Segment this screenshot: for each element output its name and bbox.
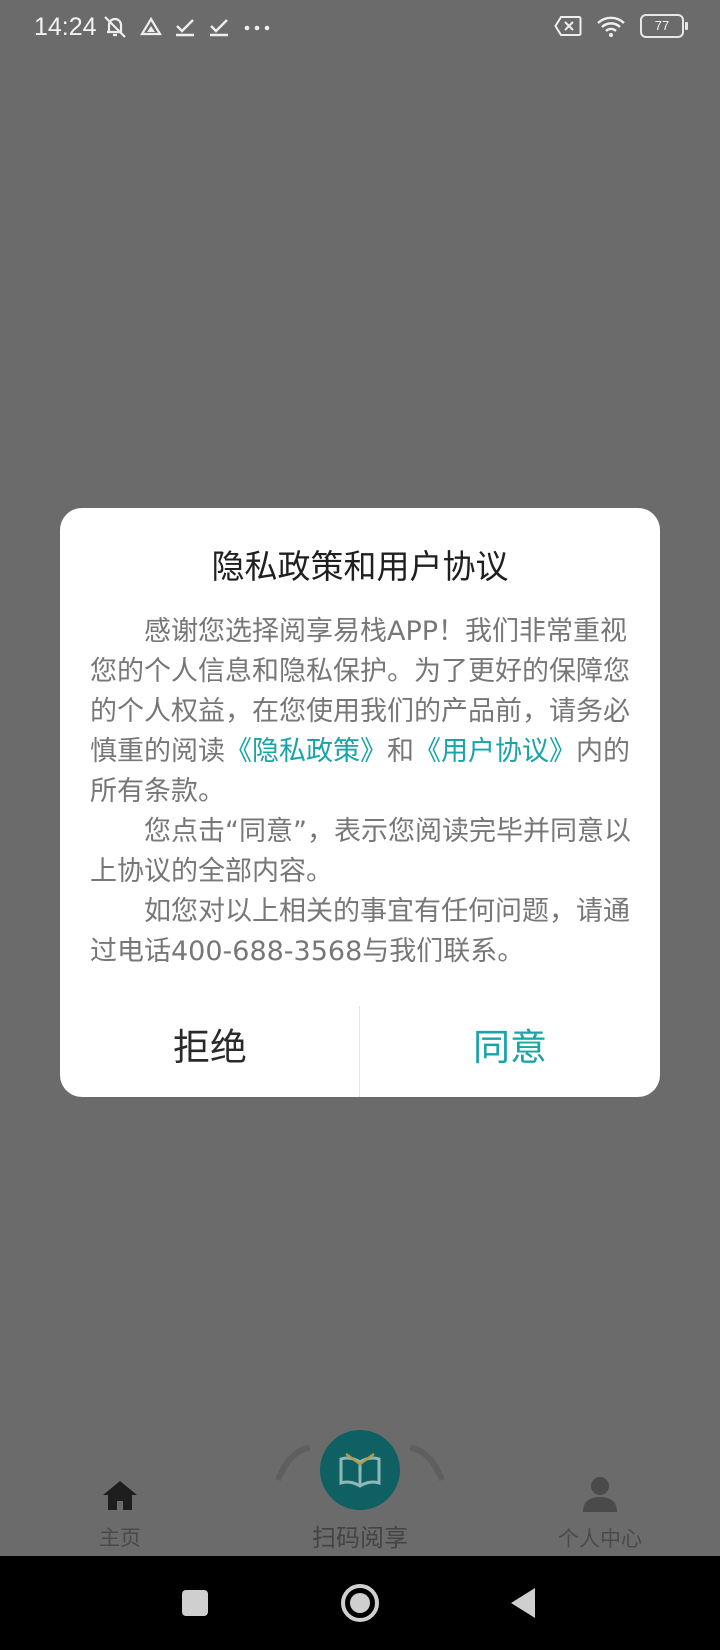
agree-button[interactable]: 同意 <box>360 998 660 1097</box>
back-triangle-icon <box>511 1588 535 1618</box>
battery-indicator: 77 <box>640 14 688 38</box>
dialog-button-row: 拒绝 同意 <box>60 998 660 1097</box>
reject-button[interactable]: 拒绝 <box>60 998 360 1097</box>
dialog-title: 隐私政策和用户协议 <box>211 547 509 586</box>
home-circle-icon <box>341 1584 379 1622</box>
scan-arc-decoration <box>275 1445 445 1482</box>
tab-scan-label: 扫码阅享 <box>312 1524 408 1552</box>
more-dots-icon <box>244 25 270 31</box>
system-nav-bar <box>0 1556 720 1650</box>
recents-button[interactable] <box>145 1556 245 1650</box>
privacy-policy-link[interactable]: 《隐私政策》 <box>225 736 387 767</box>
tab-home-label: 主页 <box>99 1526 141 1550</box>
home-button[interactable] <box>310 1556 410 1650</box>
wifi-icon <box>597 16 625 37</box>
mute-notification-icon <box>104 16 126 38</box>
status-bar: 14:24 77 <box>0 0 720 56</box>
status-icons-left <box>102 14 272 40</box>
privacy-dialog: 隐私政策和用户协议 感谢您选择阅享易栈APP！我们非常重视您的个人信息和隐私保护… <box>60 508 660 1097</box>
para1-text-2: 和 <box>387 736 414 767</box>
tab-scan[interactable]: 扫码阅享 <box>270 1430 450 1553</box>
home-icon <box>103 1481 137 1510</box>
tab-home[interactable]: 主页 <box>40 1478 200 1552</box>
status-time: 14:24 <box>34 13 97 41</box>
dialog-paragraph-3: 如您对以上相关的事宜有任何问题，请通过电话400-688-3568与我们联系。 <box>90 896 630 967</box>
recents-square-icon <box>182 1590 208 1616</box>
status-icons-right: 77 <box>554 14 688 38</box>
bottom-tab-bar: 主页 扫码阅享 个人中心 <box>0 1430 720 1556</box>
person-icon <box>583 1477 617 1512</box>
drive-icon <box>140 16 162 36</box>
check-icon <box>176 19 194 37</box>
tab-profile-label: 个人中心 <box>558 1527 642 1551</box>
check-icon <box>210 19 228 37</box>
tab-profile[interactable]: 个人中心 <box>520 1475 680 1553</box>
dialog-body: 感谢您选择阅享易栈APP！我们非常重视您的个人信息和隐私保护。为了更好的保障您的… <box>90 612 638 972</box>
dialog-paragraph-2: 您点击“同意”，表示您阅读完毕并同意以上协议的全部内容。 <box>90 816 631 887</box>
dialog-paragraph-1: 感谢您选择阅享易栈APP！我们非常重视您的个人信息和隐私保护。为了更好的保障您的… <box>90 612 638 812</box>
no-sim-icon <box>554 16 582 36</box>
back-button[interactable] <box>473 1556 573 1650</box>
user-agreement-link[interactable]: 《用户协议》 <box>414 736 576 767</box>
